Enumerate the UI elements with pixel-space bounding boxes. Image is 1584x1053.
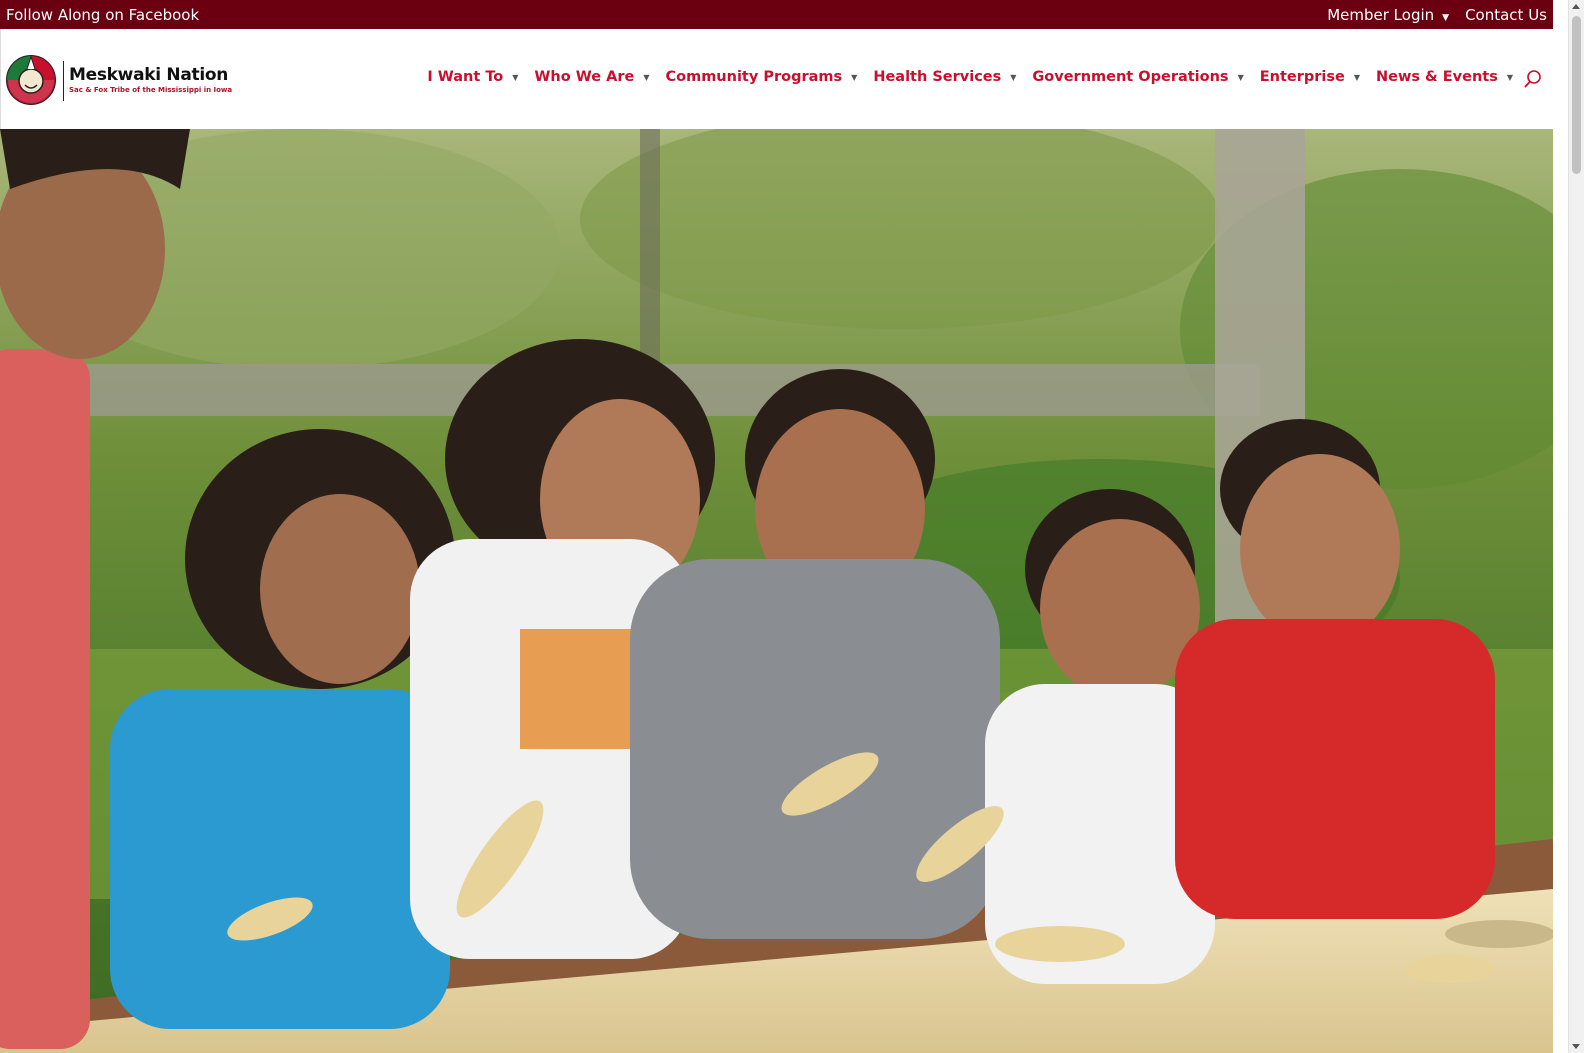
main-nav: I Want To ▼ Who We Are ▼ Community Program… <box>411 69 1513 85</box>
caret-down-icon: ▼ <box>1506 72 1513 82</box>
search-icon[interactable] <box>1523 69 1543 89</box>
contact-us-link[interactable]: Contact Us <box>1465 6 1547 24</box>
nav-item-enterprise[interactable]: Enterprise ▼ <box>1260 69 1360 85</box>
logo-divider <box>63 61 64 101</box>
scrollbar-thumb[interactable] <box>1572 16 1581 174</box>
top-bar: Follow Along on Facebook Member Login ▼ C… <box>0 0 1553 29</box>
member-login-link[interactable]: Member Login <box>1327 6 1434 24</box>
caret-down-icon: ▼ <box>851 72 858 82</box>
caret-down-icon: ▼ <box>1442 12 1450 23</box>
nav-item-label: Who We Are <box>534 69 635 85</box>
nav-item-news-events[interactable]: News & Events ▼ <box>1376 69 1513 85</box>
nav-item-label: Health Services <box>873 69 1002 85</box>
hero-photo <box>0 129 1553 1053</box>
nav-item-who-we-are[interactable]: Who We Are ▼ <box>534 69 649 85</box>
caret-down-icon: ▼ <box>512 72 519 82</box>
nav-item-label: Community Programs <box>665 69 843 85</box>
hero-image <box>0 129 1553 1053</box>
logo-title: Meskwaki Nation <box>69 65 229 85</box>
caret-down-icon: ▼ <box>1237 72 1244 82</box>
facebook-link[interactable]: Follow Along on Facebook <box>6 6 199 24</box>
nav-item-label: Enterprise <box>1259 69 1345 85</box>
site-header: Meskwaki Nation Sac & Fox Tribe of the M… <box>0 29 1553 129</box>
nav-item-government-operations[interactable]: Government Operations ▼ <box>1032 69 1243 85</box>
nav-item-label: I Want To <box>427 69 504 85</box>
top-bar-right: Member Login ▼ Contact Us <box>1327 6 1547 24</box>
caret-down-icon: ▼ <box>1010 72 1017 82</box>
logo-tagline: Sac & Fox Tribe of the Mississippi in Io… <box>69 86 233 94</box>
nav-item-label: Government Operations <box>1032 69 1229 85</box>
caret-down-icon: ▼ <box>643 72 650 82</box>
caret-down-icon: ▼ <box>1353 72 1361 82</box>
nav-item-community-programs[interactable]: Community Programs ▼ <box>665 69 857 85</box>
member-login-menu[interactable]: Member Login ▼ <box>1327 6 1449 24</box>
scroll-down-icon[interactable] <box>1572 1044 1580 1049</box>
scrollbar[interactable] <box>1568 0 1584 1053</box>
nav-item-i-want-to[interactable]: I Want To ▼ <box>427 69 518 85</box>
nav-item-health-services[interactable]: Health Services ▼ <box>873 69 1016 85</box>
nav-item-label: News & Events <box>1376 69 1498 85</box>
scroll-up-icon[interactable] <box>1572 4 1580 9</box>
